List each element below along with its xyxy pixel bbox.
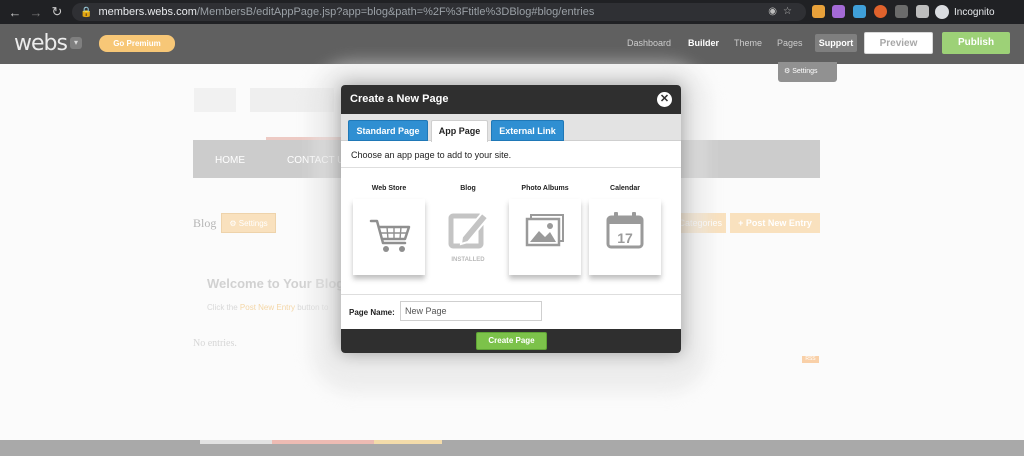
app-card-blog: INSTALLED	[432, 199, 504, 275]
address-bar-icons[interactable]: ◉☆	[768, 6, 798, 17]
address-bar[interactable]: 🔒 members.webs.com /MembersB/editAppPage…	[72, 3, 806, 21]
dialog-footer: Create Page	[341, 329, 681, 353]
reload-icon[interactable]: ↻	[46, 4, 68, 20]
installed-badge: INSTALLED	[451, 257, 485, 263]
page-name-input[interactable]	[400, 301, 542, 321]
calendar-icon: 17	[606, 212, 644, 249]
app-label-web-store: Web Store	[371, 185, 407, 192]
url-host: members.webs.com	[98, 6, 197, 18]
dialog-prompt: Choose an app page to add to your site.	[351, 150, 512, 160]
close-icon[interactable]: ✕	[657, 92, 672, 107]
forward-icon[interactable]: →	[25, 5, 47, 20]
calendar-day: 17	[617, 230, 633, 246]
extension-icon[interactable]	[832, 5, 845, 18]
browser-toolbar: ← → ↻ 🔒 members.webs.com /MembersB/editA…	[0, 0, 1024, 24]
extension-icon[interactable]	[895, 5, 908, 18]
tab-external-link[interactable]: External Link	[491, 120, 564, 141]
app-label-calendar: Calendar	[610, 185, 640, 192]
profile-label: Incognito	[954, 6, 995, 18]
url-path: /MembersB/editAppPage.jsp?app=blog&path=…	[196, 6, 595, 18]
divider	[341, 294, 681, 295]
incognito-icon	[935, 5, 949, 19]
app-label-blog: Blog	[460, 185, 476, 192]
dialog-title: Create a New Page	[350, 93, 449, 105]
app-card-calendar[interactable]: 17	[589, 199, 661, 275]
app-card-web-store[interactable]	[353, 199, 425, 275]
lock-icon: 🔒	[80, 6, 93, 18]
tab-standard-page[interactable]: Standard Page	[348, 120, 428, 141]
app-label-photo-albums: Photo Albums	[521, 185, 569, 192]
back-icon[interactable]: ←	[4, 5, 26, 20]
app-card-photo-albums[interactable]	[509, 199, 581, 275]
extension-icon[interactable]	[853, 5, 866, 18]
extension-icon[interactable]	[812, 5, 825, 18]
puzzle-icon[interactable]	[916, 5, 929, 18]
create-page-button[interactable]: Create Page	[476, 332, 547, 350]
create-page-dialog: Create a New Page ✕ Standard Page App Pa…	[341, 85, 681, 353]
dialog-header: Create a New Page ✕	[341, 85, 681, 114]
page-name-label: Page Name:	[349, 308, 395, 317]
tab-app-page[interactable]: App Page	[431, 120, 488, 142]
page-type-tabs: Standard Page App Page External Link	[341, 114, 681, 142]
profile-button[interactable]: Incognito	[935, 3, 995, 21]
extension-icon[interactable]	[874, 5, 887, 18]
divider	[341, 167, 681, 168]
cart-icon	[369, 219, 411, 252]
photo-icon	[525, 214, 564, 247]
blog-edit-icon	[448, 211, 490, 249]
